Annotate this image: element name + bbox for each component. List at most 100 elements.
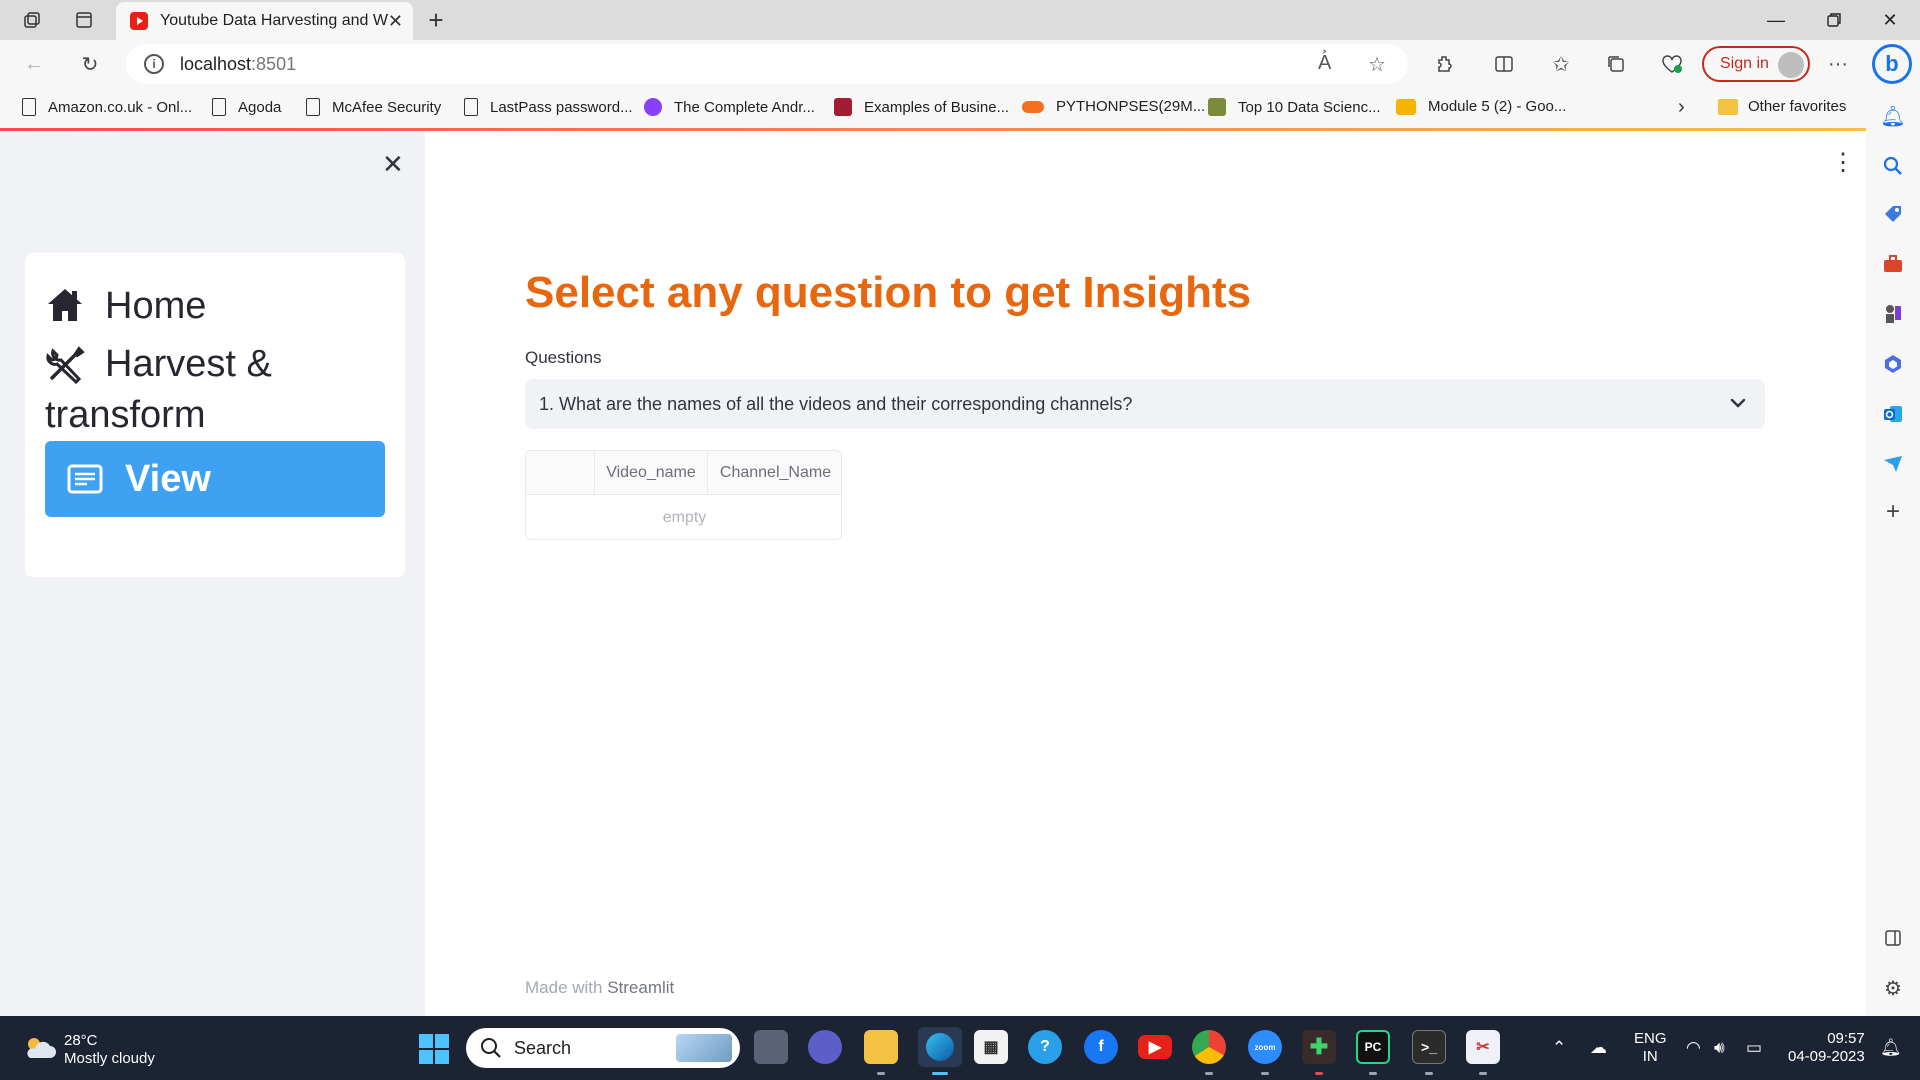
- language-indicator[interactable]: ENG IN: [1634, 1030, 1667, 1066]
- browser-titlebar: Youtube Data Harvesting and Wa ✕ + — ✕: [0, 0, 1920, 40]
- shopping-tag-icon[interactable]: [1879, 200, 1907, 228]
- outlook-icon[interactable]: [1879, 400, 1907, 428]
- streamlit-link[interactable]: Streamlit: [607, 978, 674, 997]
- chrome-icon[interactable]: [1192, 1030, 1226, 1064]
- results-table[interactable]: Video_name Channel_Name empty: [525, 450, 842, 540]
- read-aloud-icon[interactable]: A͐: [1318, 52, 1331, 75]
- tools-icon[interactable]: [1879, 250, 1907, 278]
- clock-date: 04-09-2023: [1788, 1048, 1865, 1065]
- file-explorer-icon[interactable]: [864, 1030, 898, 1064]
- favorite-item[interactable]: Examples of Busine...: [834, 98, 1009, 116]
- favorite-label: Examples of Busine...: [864, 98, 1010, 116]
- notifications-icon[interactable]: 🔔︎: [1880, 1038, 1902, 1058]
- youtube-icon[interactable]: ▶: [1138, 1035, 1172, 1059]
- weather-desc: Mostly cloudy: [64, 1050, 155, 1067]
- extensions-icon[interactable]: [1430, 48, 1462, 80]
- microsoft-365-icon[interactable]: [1879, 350, 1907, 378]
- tab-active[interactable]: Youtube Data Harvesting and Wa ✕: [116, 2, 413, 40]
- favorite-item[interactable]: The Complete Andr...: [644, 98, 815, 116]
- close-window-icon[interactable]: ✕: [1866, 4, 1914, 36]
- running-indicator: [1369, 1072, 1377, 1075]
- favorite-item[interactable]: McAfee Security: [306, 98, 441, 116]
- notification-bell-icon[interactable]: 🔔︎: [1879, 102, 1907, 130]
- snipping-tool-icon[interactable]: ✂: [1466, 1030, 1500, 1064]
- task-view-icon[interactable]: [754, 1030, 788, 1064]
- table-header-video-name[interactable]: Video_name: [595, 451, 708, 495]
- pycharm-icon[interactable]: PC: [1356, 1030, 1390, 1064]
- split-screen-icon[interactable]: [1488, 48, 1520, 80]
- menu-item-view[interactable]: View: [45, 441, 385, 517]
- clock[interactable]: 09:57 04-09-2023: [1788, 1030, 1865, 1066]
- workspaces-icon[interactable]: [16, 6, 48, 34]
- send-icon[interactable]: [1879, 450, 1907, 478]
- wifi-icon[interactable]: ◠: [1686, 1038, 1701, 1058]
- active-indicator: [932, 1072, 948, 1075]
- taskbar-search[interactable]: Search: [466, 1028, 740, 1068]
- page-icon: [22, 98, 36, 116]
- favorite-item[interactable]: PYTHONPSES(29M...: [1022, 98, 1205, 115]
- teams-chat-icon[interactable]: [808, 1030, 842, 1064]
- weather-widget[interactable]: 28°C Mostly cloudy: [64, 1032, 155, 1068]
- menu-item-harvest[interactable]: Harvest & transform: [45, 343, 385, 437]
- help-icon[interactable]: ?: [1028, 1030, 1062, 1064]
- chevron-up-icon[interactable]: ⌃: [1552, 1038, 1566, 1058]
- minimize-icon[interactable]: —: [1752, 4, 1800, 36]
- menu-item-home[interactable]: Home: [45, 285, 385, 328]
- footer-prefix: Made with: [525, 978, 608, 997]
- question-select[interactable]: 1. What are the names of all the videos …: [525, 379, 1765, 429]
- volume-icon[interactable]: 🔊︎: [1714, 1038, 1725, 1058]
- zoom-icon[interactable]: zoom: [1248, 1030, 1282, 1064]
- colab-icon: [1022, 100, 1044, 113]
- terminal-icon[interactable]: >_: [1412, 1030, 1446, 1064]
- footer: Made with Streamlit: [525, 978, 674, 998]
- refresh-icon[interactable]: ↻: [74, 48, 106, 80]
- sidebar-toggle-icon[interactable]: [1879, 924, 1907, 952]
- menu-label-view: View: [125, 457, 211, 500]
- menu-label-home: Home: [105, 285, 207, 327]
- battery-icon[interactable]: ▭: [1746, 1038, 1762, 1058]
- screen-recorder-icon[interactable]: ✚: [1302, 1030, 1336, 1064]
- youtube-icon: [130, 12, 148, 30]
- copilot-icon[interactable]: b: [1872, 44, 1912, 84]
- chevron-down-icon: [1730, 398, 1746, 408]
- browser-essentials-icon[interactable]: [1656, 48, 1688, 80]
- favorite-item[interactable]: Amazon.co.uk - Onl...: [22, 98, 192, 116]
- tab-close-icon[interactable]: ✕: [388, 11, 403, 32]
- onedrive-error-icon[interactable]: ☁: [1590, 1038, 1607, 1058]
- collections-icon[interactable]: [1600, 48, 1632, 80]
- favorite-item[interactable]: Agoda: [212, 98, 281, 116]
- favorite-star-icon[interactable]: ☆: [1368, 52, 1386, 77]
- main-menu-icon[interactable]: ⋮: [1831, 148, 1855, 177]
- microsoft-store-icon[interactable]: ▦: [974, 1030, 1008, 1064]
- windows-start-icon[interactable]: [419, 1034, 449, 1064]
- site-info-icon[interactable]: i: [144, 54, 164, 74]
- edge-sidebar: 🔔︎ + ⚙: [1866, 88, 1920, 1016]
- vertical-tabs-icon[interactable]: [68, 6, 100, 34]
- facebook-icon[interactable]: f: [1084, 1030, 1118, 1064]
- favorites-icon[interactable]: ✩: [1545, 48, 1577, 80]
- selected-question: 1. What are the names of all the videos …: [539, 393, 1133, 414]
- clock-time: 09:57: [1827, 1030, 1865, 1047]
- settings-gear-icon[interactable]: ⚙: [1879, 974, 1907, 1002]
- table-header-channel-name[interactable]: Channel_Name: [708, 451, 841, 495]
- favorite-item[interactable]: Module 5 (2) - Goo...: [1396, 98, 1566, 115]
- restore-icon[interactable]: [1810, 4, 1858, 36]
- search-icon[interactable]: [1879, 152, 1907, 180]
- tools-icon: [46, 345, 85, 384]
- edge-taskbar-button[interactable]: [918, 1027, 962, 1067]
- favorite-item[interactable]: LastPass password...: [464, 98, 633, 116]
- back-icon[interactable]: ←: [18, 48, 50, 80]
- games-icon[interactable]: [1879, 300, 1907, 328]
- cloudy-weather-icon[interactable]: [22, 1034, 56, 1060]
- address-bar[interactable]: i localhost:8501 A͐ ☆: [126, 44, 1408, 84]
- favorite-item[interactable]: Top 10 Data Scienc...: [1208, 98, 1381, 116]
- close-sidebar-icon[interactable]: ✕: [382, 149, 404, 180]
- windows-taskbar: 28°C Mostly cloudy Search ▦ ? f ▶ zoom ✚…: [0, 1016, 1920, 1080]
- more-options-icon[interactable]: ···: [1822, 48, 1854, 80]
- new-tab-icon[interactable]: +: [420, 4, 452, 36]
- chevron-right-icon[interactable]: ›: [1678, 96, 1685, 119]
- add-icon[interactable]: +: [1879, 498, 1907, 526]
- sign-in-button[interactable]: Sign in: [1702, 46, 1810, 82]
- page-icon: [464, 98, 478, 116]
- other-favorites[interactable]: Other favorites: [1718, 98, 1846, 115]
